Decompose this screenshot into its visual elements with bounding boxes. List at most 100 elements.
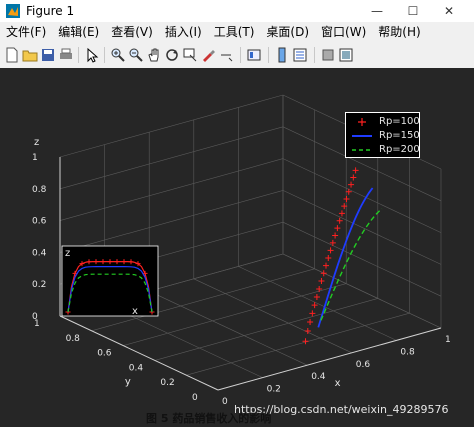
x-tick-label: 0.8 (400, 347, 415, 357)
rp100-marker (316, 285, 323, 292)
figure-toolbar (0, 42, 474, 69)
close-button[interactable]: ✕ (432, 0, 466, 22)
inset-x-label: x (132, 306, 138, 317)
menu-help[interactable]: 帮助(H) (372, 22, 426, 42)
figure-caption: 图 5 药品销售收入的影响 (146, 412, 272, 425)
rp100-marker (313, 293, 320, 300)
legend-entry-rp150: Rp=150 (350, 129, 420, 142)
dock-icon[interactable] (320, 47, 336, 63)
menu-insert[interactable]: 插入(I) (159, 22, 208, 42)
menu-view[interactable]: 查看(V) (105, 22, 159, 42)
grid-backwall-z-2 (59, 190, 284, 253)
minimize-button[interactable]: — (360, 0, 394, 22)
maximize-plot-icon[interactable] (338, 47, 354, 63)
y-tick-label: 0.4 (129, 363, 144, 373)
z-tick-label: 1 (32, 153, 38, 163)
print-icon[interactable] (58, 47, 74, 63)
menu-edit[interactable]: 编辑(E) (52, 22, 105, 42)
rp100-marker (325, 254, 332, 261)
legend-entry-rp200: Rp=200 (350, 143, 420, 156)
y-axis-label: y (125, 377, 131, 388)
y-axis-line (59, 315, 219, 391)
y-tick-label: 0.8 (66, 334, 81, 344)
rp100-marker (302, 338, 309, 345)
legend-entry-rp100: Rp=100 (350, 115, 420, 128)
menu-bar: 文件(F) 编辑(E) 查看(V) 插入(I) 工具(T) 桌面(D) 窗口(W… (0, 22, 474, 42)
rp100-marker (352, 167, 359, 174)
pan-icon[interactable] (146, 47, 162, 63)
link-icon[interactable] (218, 47, 234, 63)
legend-swatch-rp100 (350, 117, 374, 127)
grid-floor-x-5 (282, 253, 442, 329)
rp100-marker (307, 319, 314, 326)
y-tick-label: 0.2 (160, 378, 174, 388)
window-title: Figure 1 (26, 4, 75, 18)
rp100-marker (343, 195, 350, 202)
menu-window[interactable]: 窗口(W) (315, 22, 372, 42)
menu-tools[interactable]: 工具(T) (208, 22, 261, 42)
zoom-out-icon[interactable] (128, 47, 144, 63)
data-cursor-icon[interactable] (182, 47, 198, 63)
rp100-marker (334, 225, 341, 232)
grid-floor-x-4 (238, 266, 397, 341)
z-tick-label: 0.8 (32, 185, 47, 195)
legend-label-rp150: Rp=150 (379, 130, 420, 141)
z-tick-label: 0.6 (32, 217, 47, 227)
grid-sidewall-z-3 (282, 158, 442, 233)
grid-floor-y-2 (154, 298, 378, 361)
grid-floor-y-1 (186, 312, 410, 376)
rp100-marker (336, 217, 343, 224)
y-tick-label: 0 (192, 393, 198, 403)
legend-swatch-rp150 (350, 131, 374, 141)
zoom-in-icon[interactable] (110, 47, 126, 63)
rp100-marker (318, 278, 325, 285)
save-icon[interactable] (40, 47, 56, 63)
rp100-marker (329, 239, 336, 246)
hide-tools-icon[interactable] (292, 47, 308, 63)
grid-backwall-z-3 (59, 158, 284, 221)
rp100-marker (348, 181, 355, 188)
x-tick-label: 0.2 (267, 385, 281, 395)
title-bar: Figure 1 — ☐ ✕ (0, 0, 474, 23)
z-axis-label: z (34, 137, 39, 148)
legend-swatch-rp200 (350, 145, 374, 155)
rp100-marker (327, 247, 334, 254)
inset-frame (61, 245, 159, 317)
x-tick-label: 0.4 (311, 372, 326, 382)
inset-z-label: z (65, 248, 70, 259)
menu-desktop[interactable]: 桌面(D) (260, 22, 315, 42)
menu-file[interactable]: 文件(F) (0, 22, 52, 42)
grid-floor-x-2 (149, 290, 308, 366)
grid-backwall-z-5 (59, 94, 284, 158)
rp100-marker (309, 310, 316, 317)
x-axis-line (217, 327, 442, 391)
x-axis-label: x (335, 378, 341, 389)
rp100-marker (323, 262, 330, 269)
z-tick-label: 0 (32, 312, 38, 322)
open-icon[interactable] (22, 47, 38, 63)
z-tick-label: 0.2 (32, 280, 46, 290)
rp100-marker (332, 232, 339, 239)
legend-label-rp100: Rp=100 (379, 116, 420, 127)
colorbar-icon[interactable] (246, 47, 262, 63)
arrow-icon[interactable] (84, 47, 100, 63)
y-tick-label: 0.6 (97, 349, 112, 359)
rp100-marker (338, 210, 345, 217)
grid-floor-x-3 (193, 278, 352, 354)
legend[interactable]: Rp=100 Rp=150 Rp=200 (345, 112, 420, 158)
legend-label-rp200: Rp=200 (379, 144, 420, 155)
matlab-icon (6, 4, 20, 18)
figure-window: Figure 1 — ☐ ✕ 文件(F) 编辑(E) 查看(V) 插入(I) 工… (0, 0, 474, 427)
maximize-button[interactable]: ☐ (396, 0, 430, 22)
rp100-marker (350, 174, 357, 181)
rotate-icon[interactable] (164, 47, 180, 63)
x-tick-label: 1 (445, 335, 451, 345)
rp100-marker (320, 270, 327, 277)
grid-sidewall-z-2 (282, 190, 442, 265)
grid-backwall-z-4 (59, 126, 284, 190)
rp100-marker (345, 188, 352, 195)
new-figure-icon[interactable] (4, 47, 20, 63)
brush-icon[interactable] (200, 47, 216, 63)
z-tick-label: 0.4 (32, 248, 47, 258)
legend-icon[interactable] (274, 47, 290, 63)
